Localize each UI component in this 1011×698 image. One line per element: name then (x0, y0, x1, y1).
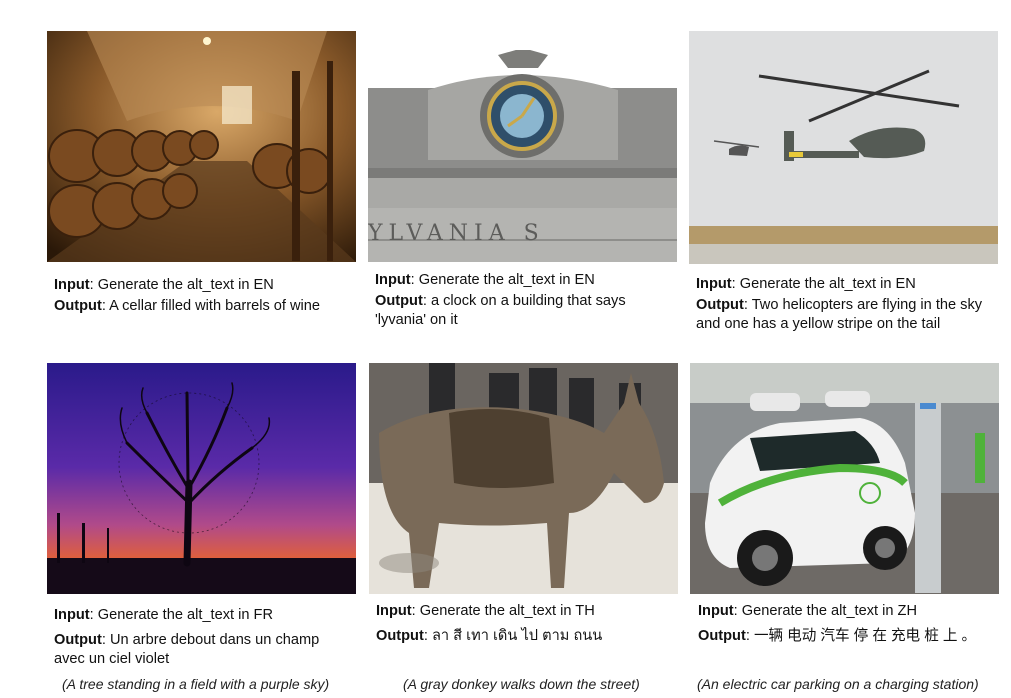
output-label: Output (375, 293, 423, 309)
helicopters-image (689, 31, 998, 264)
panel-6-text: Input: Generate the alt_text in ZH Outpu… (698, 603, 977, 644)
panel-3-input: Generate the alt_text in EN (739, 276, 916, 292)
input-label: Input (698, 603, 734, 619)
panel-4-text: Input: Generate the alt_text in FR Outpu… (54, 607, 320, 667)
input-label: Input (375, 272, 411, 288)
clock-image: YLVANIA S (368, 50, 677, 262)
panel-5-input: Generate the alt_text in TH (419, 603, 595, 619)
panel-6-caption: (An electric car parking on a charging s… (697, 676, 979, 692)
panel-1-input: Generate the alt_text in EN (97, 277, 274, 293)
input-label: Input (696, 276, 732, 292)
panel-5-text: Input: Generate the alt_text in TH Outpu… (376, 603, 603, 644)
panel-6-input: Generate the alt_text in ZH (741, 603, 917, 619)
panel-6-output: 一辆 电动 汽车 停 在 充电 桩 上 。 (753, 628, 977, 644)
building-sign-text: YLVANIA S (368, 221, 545, 246)
panel-1-text: Input: Generate the alt_text in EN Outpu… (54, 277, 321, 314)
panel-5-output: ลา สี เทา เดิน ไป ตาม ถนน (431, 628, 603, 644)
output-label: Output (54, 298, 102, 314)
output-label: Output (376, 628, 424, 644)
panel-4-caption: (A tree standing in a field with a purpl… (62, 676, 330, 692)
cellar-image (47, 31, 356, 262)
input-label: Input (54, 277, 90, 293)
input-label: Input (376, 603, 412, 619)
panel-2-text: Input: Generate the alt_text in EN Outpu… (375, 272, 626, 328)
panel-1-output: A cellar filled with barrels of wine (109, 298, 321, 314)
panel-3-text: Input: Generate the alt_text in EN Outpu… (696, 276, 983, 332)
electric-car-image (690, 363, 999, 594)
donkey-image (369, 363, 678, 594)
panel-5-caption: (A gray donkey walks down the street) (403, 676, 640, 692)
output-label: Output (696, 297, 744, 313)
input-label: Input (54, 607, 90, 623)
panel-4-input: Generate the alt_text in FR (97, 607, 273, 623)
output-label: Output (698, 628, 746, 644)
tree-image (47, 363, 356, 594)
panel-2-input: Generate the alt_text in EN (418, 272, 595, 288)
output-label: Output (54, 632, 102, 648)
